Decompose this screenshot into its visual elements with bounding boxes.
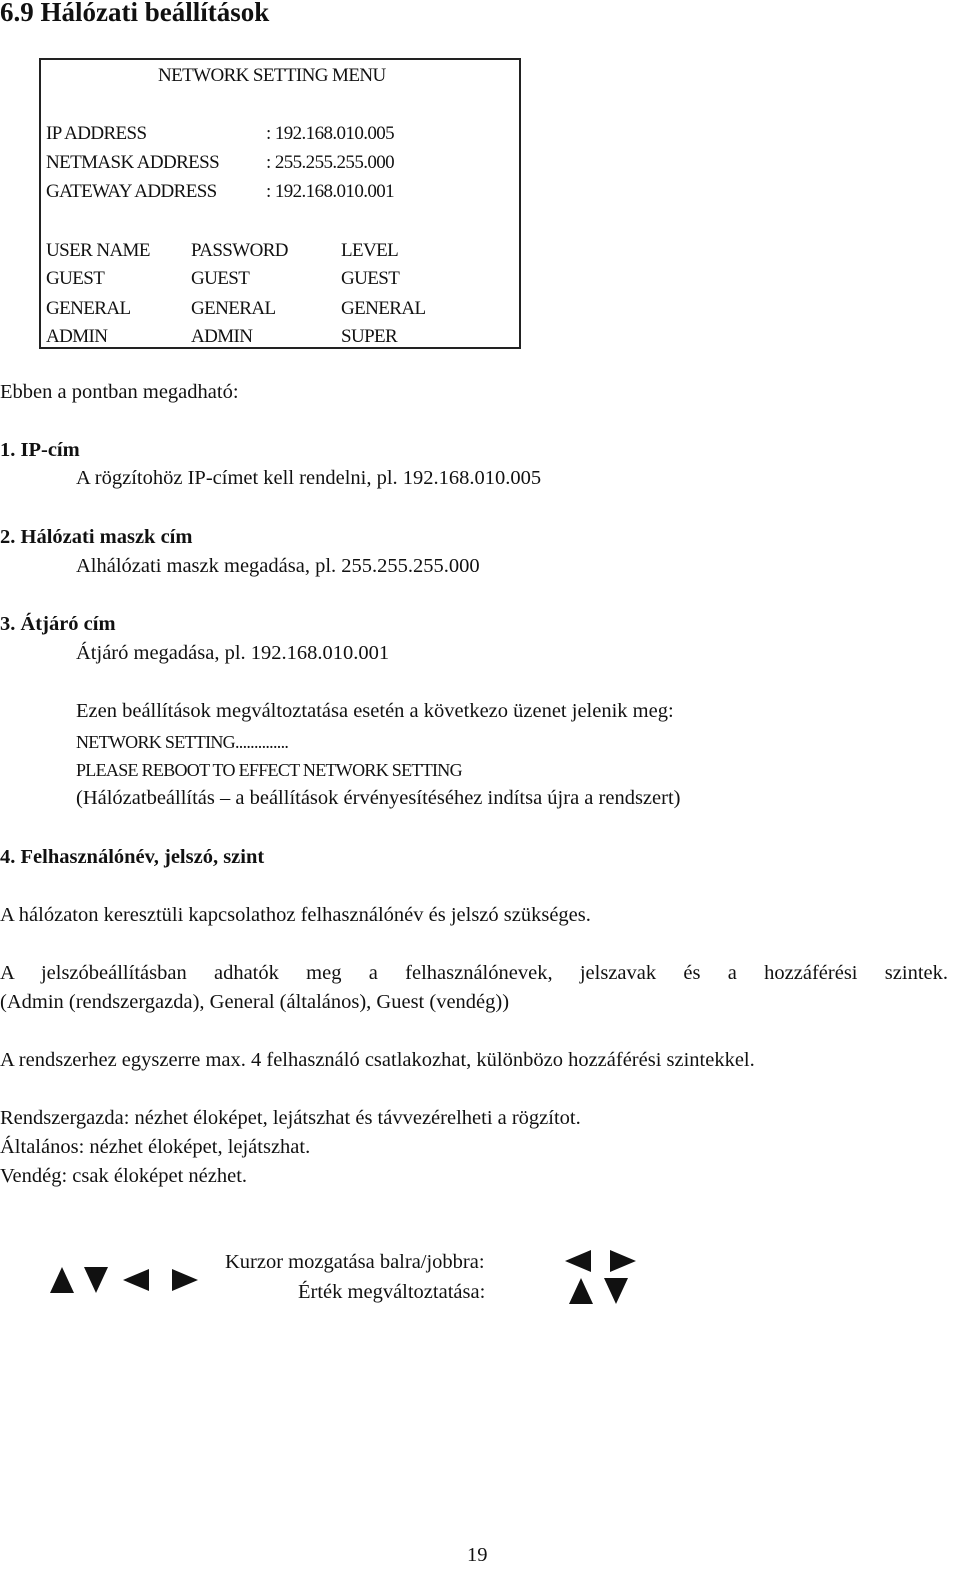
users-header-username: USER NAME [46,240,150,261]
user-row-level: GUEST [341,268,400,289]
gateway-address-value: : 192.168.010.001 [266,181,395,202]
arrow-right-icon [610,1250,636,1272]
item-desc-gateway: Átjáró megadása, pl. 192.168.010.001 [76,642,390,664]
item-title-netmask: 2. Hálózati maszk cím [0,526,193,548]
role-guest-desc: Vendég: csak éloképet nézhet. [0,1165,248,1187]
change-notice-message-1: NETWORK SETTING.............. [76,732,289,752]
section-heading: 6.9 Hálózati beállítások [0,0,270,27]
ip-address-value: : 192.168.010.005 [266,123,395,144]
item-desc-ip: A rögzítohöz IP-címet kell rendelni, pl.… [76,467,542,489]
intro-text: Ebben a pontban megadható: [0,381,239,403]
user-row-username: ADMIN [46,326,108,347]
network-setting-menu-box: NETWORK SETTING MENU IP ADDRESS : 192.16… [39,58,521,349]
users-header-level: LEVEL [341,240,399,261]
section4-paragraph-2-levels: (Admin (rendszergazda), General (általán… [0,991,510,1013]
role-general-desc: Általános: nézhet éloképet, lejátszhat. [0,1136,311,1158]
user-row-password: GUEST [191,268,250,289]
arrow-left-icon [565,1250,591,1272]
ip-address-label: IP ADDRESS [46,123,147,144]
user-row-password: ADMIN [191,326,253,347]
value-change-label: Érték megváltoztatása: [298,1281,486,1303]
user-row-username: GENERAL [46,298,131,319]
arrow-right-icon [172,1269,198,1291]
section4-paragraph-3: A rendszerhez egyszerre max. 4 felhaszná… [0,1049,755,1071]
user-row-level: SUPER [341,326,398,347]
user-row-password: GENERAL [191,298,276,319]
netmask-address-value: : 255.255.255.000 [266,152,395,173]
cursor-move-label: Kurzor mozgatása balra/jobbra: [225,1251,485,1273]
change-notice-message-2: PLEASE REBOOT TO EFFECT NETWORK SETTING [76,760,463,780]
section4-title: 4. Felhasználónév, jelszó, szint [0,846,265,868]
section4-paragraph-1: A hálózaton keresztüli kapcsolathoz felh… [0,904,591,926]
arrow-left-icon [123,1269,149,1291]
arrow-up-icon [50,1267,74,1293]
item-desc-netmask: Alhálózati maszk megadása, pl. 255.255.2… [76,555,480,577]
arrow-down-icon [84,1267,108,1293]
users-header-password: PASSWORD [191,240,289,261]
user-row-level: GENERAL [341,298,426,319]
gateway-address-label: GATEWAY ADDRESS [46,181,217,202]
netmask-address-label: NETMASK ADDRESS [46,152,220,173]
arrow-down-icon [604,1278,628,1304]
section4-paragraph-2: A jelszóbeállításban adhatók meg a felha… [0,962,948,984]
role-admin-desc: Rendszergazda: nézhet éloképet, lejátszh… [0,1107,581,1129]
change-notice-intro: Ezen beállítások megváltoztatása esetén … [76,700,674,722]
arrow-up-icon [569,1278,593,1304]
page-number: 19 [467,1544,488,1566]
item-title-ip: 1. IP-cím [0,439,80,461]
user-row-username: GUEST [46,268,105,289]
menu-title: NETWORK SETTING MENU [158,65,386,86]
item-title-gateway: 3. Átjáró cím [0,613,116,635]
change-notice-translation: (Hálózatbeállítás – a beállítások érvény… [76,787,681,809]
